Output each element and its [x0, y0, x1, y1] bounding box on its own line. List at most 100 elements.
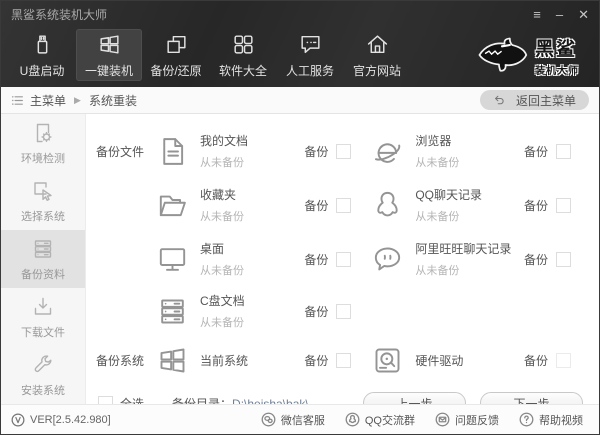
item-title: 浏览器 [415, 132, 459, 149]
item-title: 我的文档 [200, 132, 248, 149]
qq-icon [345, 412, 360, 427]
nav-label: 软件大全 [219, 62, 267, 79]
backup-label: 备份 [524, 352, 548, 369]
item-subtitle: 从未备份 [415, 154, 459, 170]
brand-logo: 黑鲨 装机大师 [476, 34, 591, 77]
nav-label: 一键装机 [85, 62, 133, 79]
item-subtitle: 从未备份 [415, 208, 482, 224]
file-gear-icon [31, 121, 55, 145]
status-link-label: 微信客服 [281, 412, 325, 428]
sidebar-item-download-files[interactable]: 下载文件 [1, 288, 85, 346]
backup-checkbox-my-documents[interactable] [336, 144, 351, 159]
item-subtitle: 从未备份 [200, 262, 244, 278]
backup-checkbox-current-system[interactable] [336, 353, 351, 368]
backup-label: 备份 [304, 197, 328, 214]
status-link-label: QQ交流群 [365, 412, 415, 428]
version-info: VER[2.5.42.980] [11, 413, 111, 427]
document-icon [156, 135, 189, 168]
nav-website[interactable]: 官方网站 [344, 29, 410, 81]
backup-label: 备份 [304, 143, 328, 160]
item-subtitle: 从未备份 [200, 208, 244, 224]
window-title: 黑鲨系统装机大师 [11, 6, 107, 23]
drive-stack-icon [156, 295, 189, 328]
backup-item-favorites: 收藏夹从未备份 备份 [152, 178, 367, 232]
backup-item-desktop: 桌面从未备份 备份 [152, 232, 367, 286]
minimize-icon[interactable]: – [556, 8, 563, 21]
windows-icon [97, 32, 122, 57]
backup-label: 备份 [304, 303, 328, 320]
item-title: C盘文档 [200, 292, 245, 309]
usb-drive-icon [30, 32, 55, 57]
backup-label: 备份 [304, 352, 328, 369]
backup-checkbox-desktop[interactable] [336, 252, 351, 267]
version-text: VER[2.5.42.980] [30, 414, 111, 426]
qq-penguin-icon [371, 189, 404, 222]
nav-usb-boot[interactable]: U盘启动 [9, 29, 75, 81]
backup-checkbox-aliwangwang-chat[interactable] [556, 252, 571, 267]
nav-support[interactable]: 人工服务 [277, 29, 343, 81]
section-backup-files: 备份文件 [96, 143, 152, 160]
qq-group-link[interactable]: QQ交流群 [345, 412, 415, 428]
menu-icon[interactable]: ≡ [533, 8, 541, 21]
apps-grid-icon [231, 32, 256, 57]
shark-icon [476, 37, 528, 73]
item-title: 收藏夹 [200, 186, 244, 203]
backup-checkbox-qq-chat[interactable] [556, 198, 571, 213]
backup-item-hardware-driver: 硬件驱动 备份 [367, 336, 587, 384]
nav-one-click-install[interactable]: 一键装机 [76, 29, 142, 81]
backup-label: 备份 [524, 143, 548, 160]
sidebar: 环境检测 选择系统 备份资料 下载文件 安装系统 [1, 114, 86, 404]
server-stack-icon [31, 237, 55, 261]
main-nav: U盘启动 一键装机 备份/还原 软件大全 人工服务 官方网站 [1, 27, 599, 87]
sidebar-label: 备份资料 [21, 266, 65, 282]
back-to-main-menu-button[interactable]: 返回主菜单 [480, 90, 589, 110]
item-title: 阿里旺旺聊天记录 [415, 240, 511, 257]
feedback-link[interactable]: 问题反馈 [435, 412, 499, 428]
nav-label: 官方网站 [353, 62, 401, 79]
status-link-label: 帮助视频 [539, 412, 583, 428]
version-icon [11, 413, 25, 427]
back-button-label: 返回主菜单 [516, 92, 576, 109]
home-icon [365, 32, 390, 57]
backup-item-browser: 浏览器从未备份 备份 [367, 124, 587, 178]
backup-label: 备份 [524, 251, 548, 268]
wechat-support-link[interactable]: 微信客服 [261, 412, 325, 428]
backup-checkbox-browser[interactable] [556, 144, 571, 159]
backup-checkbox-hardware-driver[interactable] [556, 353, 571, 368]
main-content: 备份文件 我的文档从未备份 备份 浏览器从未备份 备份 收藏夹从未备份 备份 [86, 114, 599, 404]
sidebar-item-env-check[interactable]: 环境检测 [1, 114, 85, 172]
backup-item-aliwangwang-chat-history: 阿里旺旺聊天记录从未备份 备份 [367, 232, 587, 286]
brand-subtitle: 装机大师 [535, 62, 579, 77]
nav-label: U盘启动 [20, 62, 65, 79]
copy-icon [164, 32, 189, 57]
titlebar: 黑鲨系统装机大师 ≡ – ✕ [1, 1, 599, 27]
item-subtitle: 从未备份 [415, 262, 511, 278]
backup-label: 备份 [304, 251, 328, 268]
breadcrumb-root[interactable]: 主菜单 [30, 92, 66, 109]
nav-software[interactable]: 软件大全 [210, 29, 276, 81]
backup-item-qq-chat-history: QQ聊天记录从未备份 备份 [367, 178, 587, 232]
header: 黑鲨系统装机大师 ≡ – ✕ U盘启动 一键装机 备份/还原 软件大全 [1, 1, 599, 87]
close-icon[interactable]: ✕ [578, 8, 589, 21]
help-video-link[interactable]: 帮助视频 [519, 412, 583, 428]
sidebar-label: 下载文件 [21, 324, 65, 340]
folder-icon [156, 189, 189, 222]
item-title: 当前系统 [200, 352, 248, 369]
section-backup-system: 备份系统 [96, 352, 152, 369]
monitor-icon [156, 243, 189, 276]
backup-checkbox-c-drive[interactable] [336, 304, 351, 319]
envelope-icon [435, 412, 450, 427]
breadcrumb-separator: ▶ [74, 95, 81, 106]
backup-item-c-drive-docs: C盘文档从未备份 备份 [152, 286, 367, 336]
sidebar-item-backup-data[interactable]: 备份资料 [1, 230, 85, 288]
sidebar-label: 选择系统 [21, 208, 65, 224]
speech-bubble-icon [371, 243, 404, 276]
nav-backup-restore[interactable]: 备份/还原 [143, 29, 209, 81]
question-icon [519, 412, 534, 427]
cursor-select-icon [31, 179, 55, 203]
sidebar-item-select-system[interactable]: 选择系统 [1, 172, 85, 230]
backup-label: 备份 [524, 197, 548, 214]
sidebar-item-install-system[interactable]: 安装系统 [1, 346, 85, 404]
statusbar: VER[2.5.42.980] 微信客服 QQ交流群 问题反馈 帮助视频 [1, 404, 599, 434]
backup-checkbox-favorites[interactable] [336, 198, 351, 213]
